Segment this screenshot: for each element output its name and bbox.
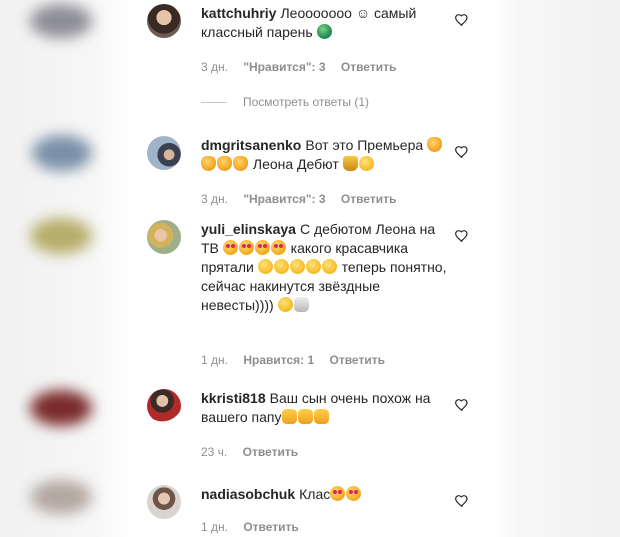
- comment-text: dmgritsanenko Вот это Премьера Леона Дебю…: [201, 136, 449, 174]
- comment-time: 1 дн.: [201, 520, 228, 534]
- clapping-hands-emoji-icon: [217, 156, 232, 171]
- comment-text: kkristi818 Ваш сын очень похож на вашего …: [201, 389, 449, 427]
- comment-text: yuli_elinskaya С дебютом Леона на ТВ како…: [201, 220, 449, 315]
- smiling-face-emoji-icon: [321, 259, 337, 274]
- rabbit-emoji-icon: [293, 297, 309, 312]
- comment-meta: 1 дн. Нравится: 1 Ответить: [201, 353, 397, 367]
- view-replies-label[interactable]: Посмотреть ответы (1): [243, 95, 369, 109]
- heart-eyes-emoji-icon: [346, 486, 362, 501]
- divider-line: [201, 102, 227, 104]
- clapping-hands-emoji-icon: [233, 156, 248, 171]
- comment-likes[interactable]: Нравится: 1: [243, 353, 314, 367]
- avatar[interactable]: [147, 136, 181, 170]
- avatar[interactable]: [147, 389, 181, 423]
- avatar[interactable]: [147, 485, 181, 519]
- comment-time: 1 дн.: [201, 353, 228, 367]
- comment-username[interactable]: kkristi818: [201, 390, 266, 406]
- trophy-emoji-icon: [342, 156, 358, 171]
- comment-meta: 3 дн. "Нравится": 3 Ответить: [201, 60, 408, 74]
- blurred-right-background: [490, 0, 620, 537]
- clapping-hands-emoji-icon: [427, 137, 443, 152]
- reply-button[interactable]: Ответить: [330, 353, 385, 367]
- heart-eyes-emoji-icon: [270, 240, 286, 255]
- comment-time: 3 дн.: [201, 192, 228, 206]
- heart-eyes-emoji-icon: [222, 240, 238, 255]
- heart-eyes-emoji-icon: [330, 486, 346, 501]
- winking-face-emoji-icon: [358, 156, 374, 171]
- reply-button[interactable]: Ответить: [243, 445, 298, 459]
- clapping-hands-emoji-icon: [201, 156, 216, 171]
- comment-time: 23 ч.: [201, 445, 228, 459]
- reply-button[interactable]: Ответить: [341, 60, 396, 74]
- heart-outline-icon[interactable]: [454, 144, 470, 160]
- comment-text: nadiasobchuk Клас: [201, 485, 449, 504]
- avatar[interactable]: [147, 220, 181, 254]
- heart-eyes-emoji-icon: [254, 240, 270, 255]
- comment-meta: 1 дн. Ответить: [201, 520, 311, 534]
- comment-likes[interactable]: "Нравится": 3: [243, 192, 325, 206]
- smiling-face-emoji-icon: [277, 297, 293, 312]
- heart-outline-icon[interactable]: [454, 12, 470, 28]
- view-replies-link[interactable]: Посмотреть ответы (1): [201, 95, 369, 109]
- heart-eyes-emoji-icon: [238, 240, 254, 255]
- smiling-face-emoji-icon: [305, 259, 321, 274]
- comment-body: Клас: [299, 486, 331, 502]
- thumbs-up-emoji-icon: [281, 409, 297, 424]
- comment-username[interactable]: kattchuhriy: [201, 5, 276, 21]
- reply-button[interactable]: Ответить: [341, 192, 396, 206]
- comment-body: Вот это Премьера: [305, 137, 424, 153]
- comment-meta: 3 дн. "Нравится": 3 Ответить: [201, 192, 408, 206]
- comment-username[interactable]: nadiasobchuk: [201, 486, 295, 502]
- reply-button[interactable]: Ответить: [243, 520, 298, 534]
- smiling-face-emoji-icon: [289, 259, 305, 274]
- avatar[interactable]: [147, 4, 181, 38]
- comment-time: 3 дн.: [201, 60, 228, 74]
- heart-outline-icon[interactable]: [454, 493, 470, 509]
- comment-likes[interactable]: "Нравится": 3: [243, 60, 325, 74]
- comment-body-cont: Леона Дебют: [252, 156, 339, 172]
- smiling-face-emoji-icon: [273, 259, 289, 274]
- thumbs-up-emoji-icon: [313, 409, 329, 424]
- thumbs-up-emoji-icon: [297, 409, 313, 424]
- comment-username[interactable]: yuli_elinskaya: [201, 221, 296, 237]
- heart-outline-icon[interactable]: [454, 397, 470, 413]
- comment-username[interactable]: dmgritsanenko: [201, 137, 301, 153]
- globe-emoji-icon: [316, 24, 332, 39]
- comment-meta: 23 ч. Ответить: [201, 445, 310, 459]
- blurred-left-background: [0, 0, 130, 537]
- comment-text: kattchuhriy Леоооoooo ☺ самый классный па…: [201, 4, 449, 42]
- heart-outline-icon[interactable]: [454, 228, 470, 244]
- smiling-face-emoji-icon: [257, 259, 273, 274]
